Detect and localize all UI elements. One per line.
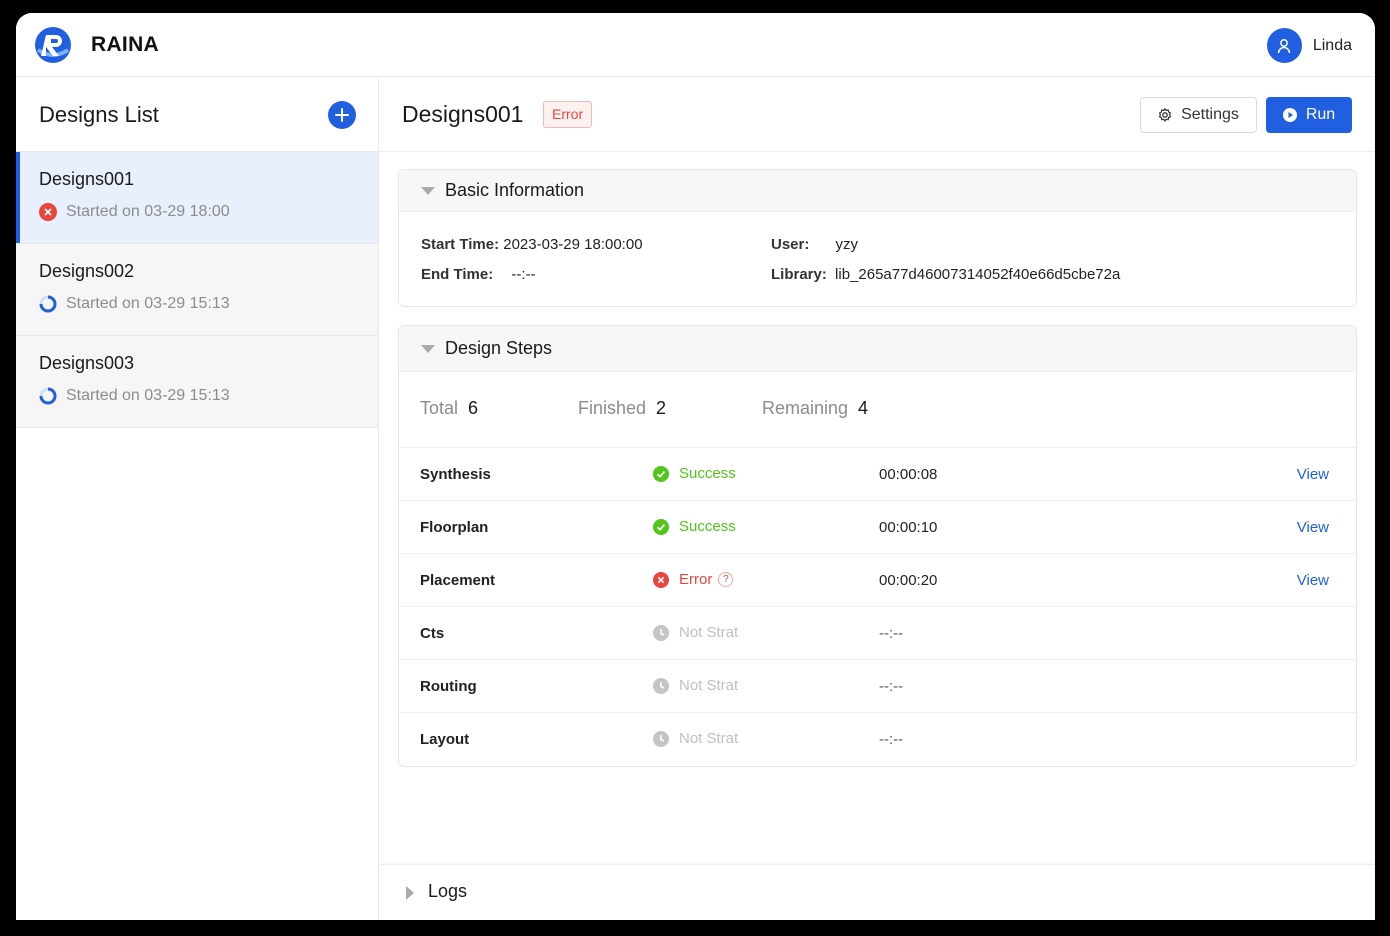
- clock-icon: [653, 730, 669, 747]
- sidebar-header: Designs List: [16, 78, 378, 152]
- error-icon: [653, 571, 669, 588]
- library-label: Library:: [771, 266, 827, 283]
- help-icon[interactable]: ?: [718, 572, 734, 587]
- step-time: --:--: [879, 625, 904, 642]
- user-label: User:: [771, 236, 810, 253]
- design-meta: Started on 03-29 15:13: [66, 387, 230, 404]
- success-icon: [653, 518, 669, 535]
- design-name: Designs002: [39, 261, 135, 281]
- sidebar: Designs List Designs001 Started on 03-29…: [16, 78, 379, 920]
- remaining-count: Remaining 4: [762, 398, 869, 418]
- end-time-field: End Time: --:--: [421, 266, 536, 283]
- clock-icon: [653, 677, 669, 694]
- design-steps-panel: Design Steps Total 6 Finished 2 Remaining 4…: [398, 325, 1357, 767]
- error-icon: [39, 203, 57, 221]
- settings-label: Settings: [1181, 106, 1239, 123]
- step-name: Synthesis: [420, 466, 491, 483]
- start-time-label: Start Time:: [421, 236, 500, 253]
- caret-down-icon: [421, 345, 435, 353]
- step-time: 00:00:08: [879, 466, 938, 483]
- step-name: Cts: [420, 625, 445, 642]
- step-status: Not Strat: [679, 624, 739, 641]
- user-icon: [1278, 38, 1291, 53]
- view-link[interactable]: View: [1297, 466, 1329, 483]
- top-bar: RAINA Linda: [16, 13, 1375, 77]
- design-name: Designs001: [39, 169, 135, 189]
- main-header: Designs001 Error Settings Run: [380, 78, 1375, 152]
- step-status: Not Strat: [679, 677, 739, 694]
- step-time: --:--: [879, 678, 904, 695]
- design-meta: Started on 03-29 18:00: [66, 203, 230, 220]
- avatar[interactable]: [1266, 28, 1302, 63]
- main-content: Designs001 Error Settings Run Basic Info…: [380, 78, 1375, 920]
- panel-title: Design Steps: [445, 338, 553, 358]
- step-name: Placement: [420, 572, 496, 589]
- logs-panel-header[interactable]: Logs: [380, 864, 1375, 920]
- plus-icon: [335, 108, 349, 122]
- table-row: Synthesis Success 00:00:08 View: [399, 448, 1356, 501]
- sidebar-title: Designs List: [39, 102, 159, 127]
- design-name: Designs003: [39, 353, 135, 373]
- start-time-field: Start Time: 2023-03-29 18:00:00: [421, 236, 643, 253]
- step-status: Success: [679, 465, 736, 482]
- library-value: lib_265a77d46007314052f40e66d5cbe72a: [835, 266, 1121, 283]
- user-value: yzy: [835, 236, 859, 253]
- design-item-designs002[interactable]: Designs002 Started on 03-29 15:13: [16, 244, 378, 336]
- total-count: Total 6: [420, 398, 479, 418]
- caret-down-icon: [421, 187, 435, 195]
- step-name: Floorplan: [420, 519, 489, 536]
- step-time: --:--: [879, 731, 904, 748]
- user-field: User: yzy: [771, 236, 858, 253]
- step-name: Layout: [420, 731, 470, 748]
- user-menu[interactable]: Linda: [1266, 28, 1352, 63]
- brand-name: RAINA: [91, 33, 159, 56]
- caret-right-icon: [406, 886, 414, 900]
- end-time-value: --:--: [511, 266, 536, 283]
- user-name: Linda: [1312, 36, 1352, 54]
- loading-icon: [39, 295, 57, 313]
- view-link[interactable]: View: [1297, 519, 1329, 536]
- status-badge: Error: [543, 101, 593, 128]
- step-time: 00:00:10: [879, 519, 938, 536]
- settings-button[interactable]: Settings: [1140, 97, 1257, 133]
- page-title: Designs001: [402, 101, 524, 127]
- design-meta: Started on 03-29 15:13: [66, 295, 230, 312]
- play-icon: [1282, 108, 1297, 122]
- basic-information-header[interactable]: Basic Information: [399, 170, 1356, 212]
- step-status: Not Strat: [679, 730, 739, 747]
- window-frame: RAINA Linda Designs List Designs001 Star…: [0, 0, 1390, 936]
- add-design-button[interactable]: [328, 101, 356, 129]
- view-link[interactable]: View: [1297, 572, 1329, 589]
- table-row: Routing Not Strat --:--: [399, 660, 1356, 713]
- table-row: Placement Error ? 00:00:20 View: [399, 554, 1356, 607]
- panel-title: Basic Information: [445, 180, 585, 200]
- start-time-value: 2023-03-29 18:00:00: [503, 236, 643, 253]
- table-row: Floorplan Success 00:00:10 View: [399, 501, 1356, 554]
- app-window: RAINA Linda Designs List Designs001 Star…: [16, 13, 1375, 920]
- logs-title: Logs: [428, 881, 468, 901]
- step-name: Routing: [420, 678, 477, 695]
- table-row: Cts Not Strat --:--: [399, 607, 1356, 660]
- step-status: Success: [679, 518, 736, 535]
- run-button[interactable]: Run: [1266, 97, 1352, 133]
- library-field: Library: lib_265a77d46007314052f40e66d5c…: [771, 266, 1120, 283]
- step-time: 00:00:20: [879, 572, 938, 589]
- raina-logo-icon: [32, 26, 74, 64]
- step-status: Error: [679, 571, 713, 588]
- loading-icon: [39, 387, 57, 405]
- clock-icon: [653, 624, 669, 641]
- end-time-label: End Time:: [421, 266, 494, 283]
- basic-information-panel: Basic Information Start Time: 2023-03-29…: [398, 169, 1357, 307]
- run-label: Run: [1305, 106, 1336, 123]
- steps-summary: Total 6 Finished 2 Remaining 4: [399, 372, 1356, 448]
- success-icon: [653, 465, 669, 482]
- gear-icon: [1158, 108, 1172, 122]
- finished-count: Finished 2: [578, 398, 667, 418]
- design-item-designs003[interactable]: Designs003 Started on 03-29 15:13: [16, 336, 378, 428]
- design-steps-header[interactable]: Design Steps: [399, 326, 1356, 372]
- design-item-designs001[interactable]: Designs001 Started on 03-29 18:00: [16, 152, 378, 244]
- table-row: Layout Not Strat --:--: [399, 713, 1356, 766]
